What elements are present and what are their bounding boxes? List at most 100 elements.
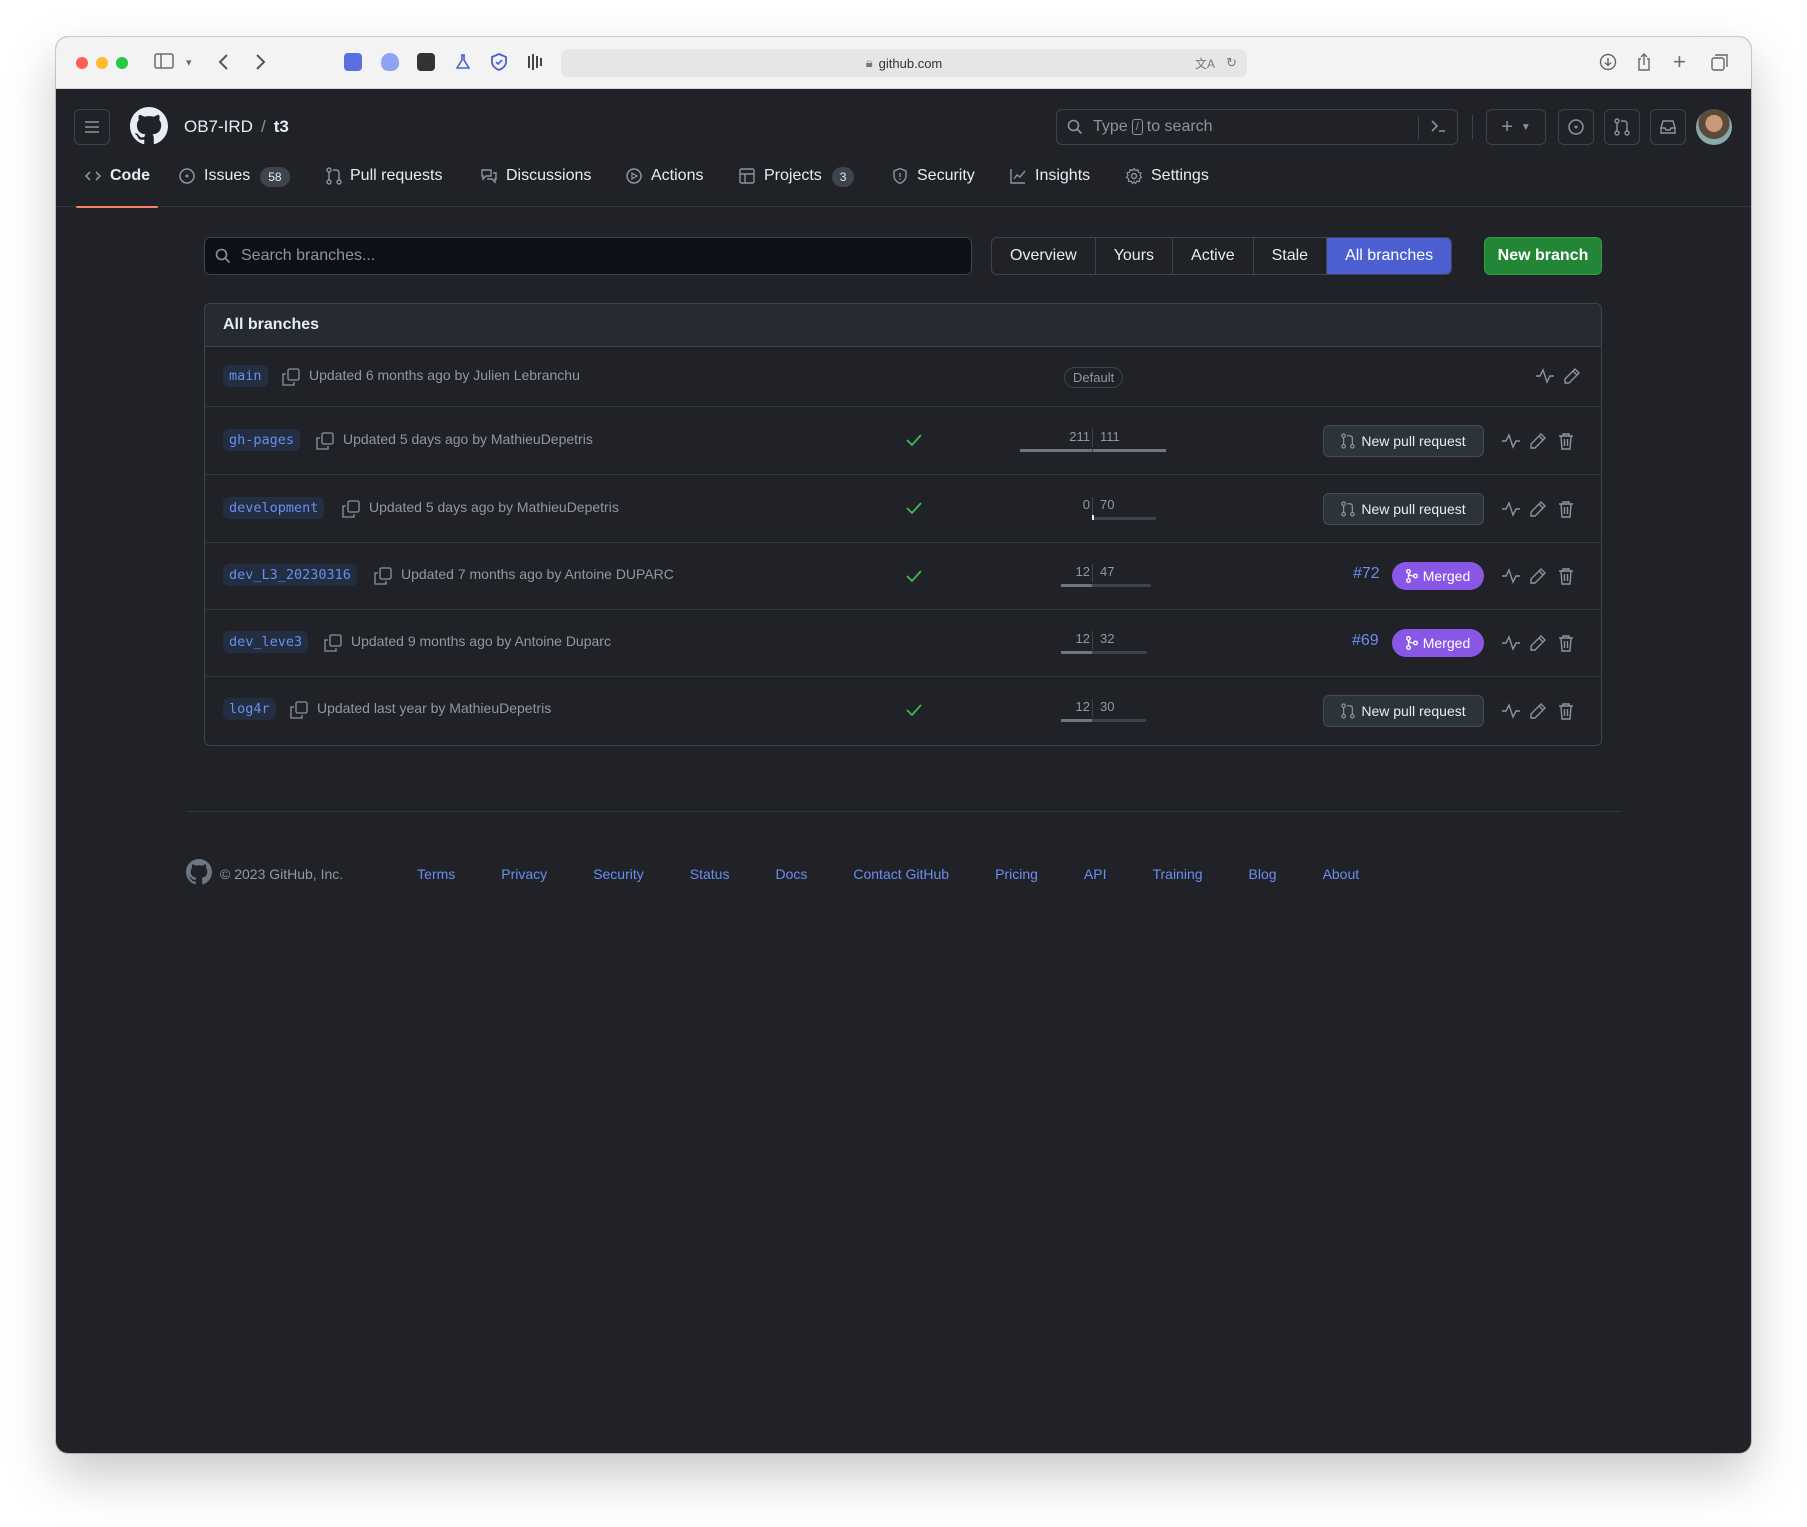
footer-link-docs[interactable]: Docs (775, 866, 807, 882)
command-palette-icon[interactable] (1418, 117, 1447, 140)
branch-name[interactable]: development (223, 497, 325, 519)
trash-icon[interactable] (1558, 702, 1574, 725)
new-branch-button[interactable]: New branch (1484, 237, 1602, 275)
ahead-count: 70 (1100, 497, 1115, 512)
menu-button[interactable] (74, 109, 110, 145)
tab-projects[interactable]: Projects 3 (738, 167, 855, 207)
pencil-icon[interactable] (1529, 500, 1547, 523)
user-avatar[interactable] (1696, 109, 1732, 145)
trash-icon[interactable] (1558, 567, 1574, 590)
pencil-icon[interactable] (1529, 634, 1547, 657)
copy-icon[interactable] (290, 701, 308, 724)
new-pull-request-button[interactable]: New pull request (1323, 695, 1484, 727)
copy-icon[interactable] (374, 567, 392, 590)
activity-icon[interactable] (1501, 634, 1521, 657)
forward-arrow-icon[interactable] (254, 53, 266, 71)
footer-link-api[interactable]: API (1084, 866, 1107, 882)
tab-settings[interactable]: Settings (1125, 167, 1209, 207)
activity-icon[interactable] (1535, 367, 1555, 390)
pr-link[interactable]: #69 (1352, 632, 1379, 650)
address-bar[interactable]: 🔒︎ github.com 文A ↻ (561, 49, 1247, 77)
extension-github-icon[interactable] (417, 53, 435, 71)
new-pull-request-button[interactable]: New pull request (1323, 493, 1484, 525)
github-logo-icon[interactable] (130, 107, 168, 150)
extension-notes-icon[interactable] (344, 53, 362, 71)
chevron-down-icon[interactable]: ▾ (186, 53, 192, 73)
copy-icon[interactable] (342, 500, 360, 523)
activity-icon[interactable] (1501, 500, 1521, 523)
new-tab-icon[interactable]: + (1673, 51, 1686, 73)
tab-overview-icon[interactable] (1711, 53, 1729, 71)
tab-insights[interactable]: Insights (1009, 167, 1090, 207)
close-window-button[interactable] (76, 57, 88, 69)
check-icon[interactable] (905, 702, 923, 723)
pull-requests-button[interactable] (1604, 109, 1640, 145)
owner-link[interactable]: OB7-IRD (184, 117, 253, 137)
reload-icon[interactable]: ↻ (1226, 55, 1237, 71)
check-icon[interactable] (905, 432, 923, 453)
activity-icon[interactable] (1501, 432, 1521, 455)
branch-name[interactable]: dev_L3_20230316 (223, 564, 357, 586)
footer-link-security[interactable]: Security (593, 866, 644, 882)
sidebar-toggle-icon[interactable] (154, 53, 174, 69)
pr-link[interactable]: #72 (1353, 565, 1380, 583)
trash-icon[interactable] (1558, 432, 1574, 455)
back-arrow-icon[interactable] (218, 53, 230, 71)
branch-name[interactable]: main (223, 365, 268, 387)
new-pull-request-button[interactable]: New pull request (1323, 425, 1484, 457)
footer-link-terms[interactable]: Terms (417, 866, 455, 882)
branch-name[interactable]: dev_leve3 (223, 631, 309, 653)
footer-link-contact[interactable]: Contact GitHub (853, 866, 949, 882)
trash-icon[interactable] (1558, 500, 1574, 523)
merged-badge[interactable]: Merged (1392, 562, 1484, 590)
repo-link[interactable]: t3 (274, 117, 289, 137)
branch-search-input[interactable]: Search branches... (204, 237, 972, 275)
trash-icon[interactable] (1558, 634, 1574, 657)
filter-yours[interactable]: Yours (1096, 238, 1174, 274)
footer-link-training[interactable]: Training (1152, 866, 1202, 882)
github-mark-icon[interactable] (186, 859, 212, 888)
create-new-button[interactable]: + ▼ (1486, 109, 1546, 145)
extension-bitwarden-icon[interactable] (381, 53, 399, 71)
global-search-input[interactable]: Type / to search (1056, 109, 1458, 145)
copy-icon[interactable] (316, 432, 334, 455)
footer-link-pricing[interactable]: Pricing (995, 866, 1038, 882)
copy-icon[interactable] (324, 634, 342, 657)
tab-discussions[interactable]: Discussions (480, 167, 591, 207)
activity-icon[interactable] (1501, 702, 1521, 725)
share-icon[interactable] (1636, 53, 1652, 71)
branch-name[interactable]: log4r (223, 698, 276, 720)
tab-security[interactable]: Security (891, 167, 975, 207)
check-icon[interactable] (905, 500, 923, 521)
filter-stale[interactable]: Stale (1254, 238, 1328, 274)
tab-issues[interactable]: Issues 58 (178, 167, 290, 207)
footer-link-privacy[interactable]: Privacy (501, 866, 547, 882)
issues-button[interactable] (1558, 109, 1594, 145)
pencil-icon[interactable] (1563, 367, 1581, 390)
pencil-icon[interactable] (1529, 567, 1547, 590)
extension-bars-icon[interactable] (526, 53, 544, 71)
branch-name[interactable]: gh-pages (223, 429, 301, 451)
check-icon[interactable] (905, 568, 923, 589)
footer-link-about[interactable]: About (1323, 866, 1360, 882)
downloads-icon[interactable] (1599, 53, 1617, 71)
inbox-button[interactable] (1650, 109, 1686, 145)
filter-all-branches[interactable]: All branches (1327, 238, 1452, 274)
pencil-icon[interactable] (1529, 432, 1547, 455)
extension-flask-icon[interactable] (454, 53, 472, 71)
activity-icon[interactable] (1501, 567, 1521, 590)
zoom-window-button[interactable] (116, 57, 128, 69)
extension-shield-icon[interactable] (490, 53, 508, 71)
filter-active[interactable]: Active (1173, 238, 1254, 274)
tab-pull-requests[interactable]: Pull requests (326, 167, 443, 207)
tab-code[interactable]: Code (76, 167, 158, 208)
merged-badge[interactable]: Merged (1392, 629, 1484, 657)
copy-icon[interactable] (282, 368, 300, 391)
footer-link-status[interactable]: Status (690, 866, 730, 882)
translate-icon[interactable]: 文A (1195, 55, 1215, 72)
pencil-icon[interactable] (1529, 702, 1547, 725)
filter-overview[interactable]: Overview (992, 238, 1096, 274)
minimize-window-button[interactable] (96, 57, 108, 69)
footer-link-blog[interactable]: Blog (1249, 866, 1277, 882)
tab-actions[interactable]: Actions (625, 167, 703, 207)
